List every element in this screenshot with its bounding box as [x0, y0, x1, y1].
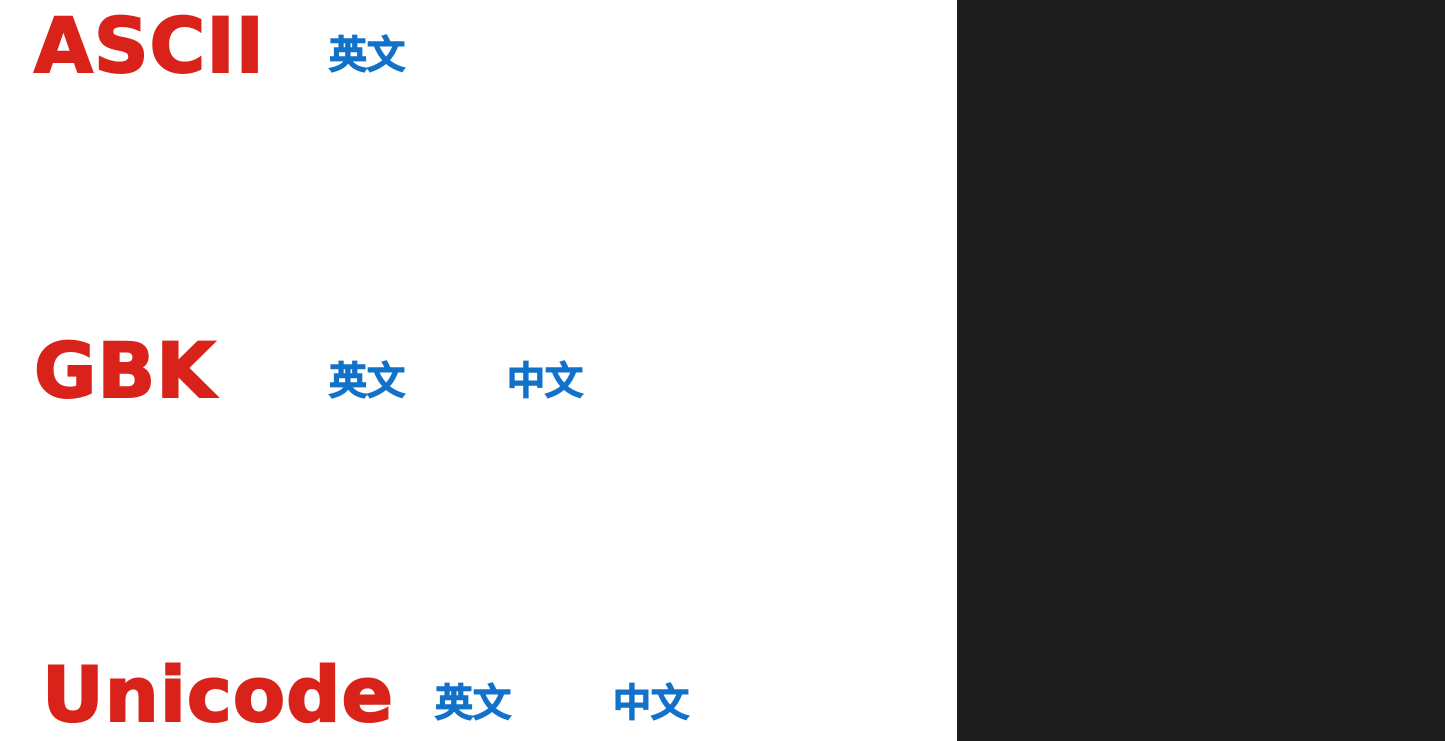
- content-panel: ASCII 英文 GBK 英文 中文 Unicode 英文 中文: [0, 0, 957, 741]
- gbk-title: GBK: [33, 326, 217, 415]
- unicode-title: Unicode: [41, 650, 395, 739]
- slide-stage: ASCII 英文 GBK 英文 中文 Unicode 英文 中文: [0, 0, 1445, 741]
- ascii-title: ASCII: [33, 1, 265, 90]
- gbk-english-label: 英文: [328, 359, 406, 403]
- unicode-chinese-label: 中文: [612, 681, 690, 725]
- dark-side-panel: [957, 0, 1445, 741]
- unicode-english-label: 英文: [434, 681, 512, 725]
- gbk-chinese-label: 中文: [506, 359, 584, 403]
- ascii-english-label: 英文: [328, 33, 406, 77]
